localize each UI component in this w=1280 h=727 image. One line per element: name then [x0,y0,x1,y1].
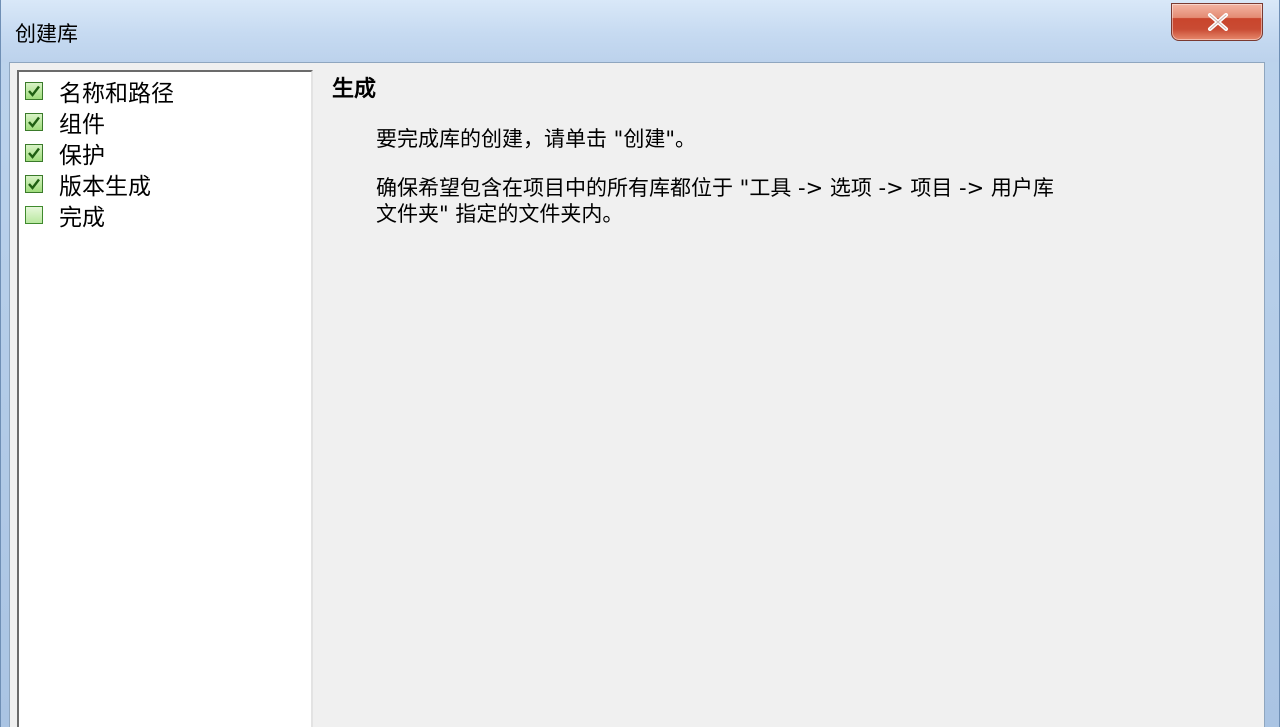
step-item-components[interactable]: 组件 [25,107,105,138]
step-label: 名称和路径 [59,81,174,107]
checkmark-icon [28,147,40,159]
step-heading: 生成 [332,77,377,102]
step-label: 完成 [59,205,105,231]
step-checkbox-checked[interactable] [25,82,43,100]
create-library-dialog: 创建库 名称和路径 组件 保护 版本生成 完成 生成 要完成库的创建，请单击 "… [0,0,1280,727]
checkmark-icon [28,178,40,190]
step-checkbox-checked[interactable] [25,144,43,162]
step-label: 组件 [59,112,105,138]
checkmark-icon [28,116,40,128]
wizard-steps-panel: 名称和路径 组件 保护 版本生成 完成 [17,70,313,727]
checkmark-icon [28,85,40,97]
step-item-finish[interactable]: 完成 [25,200,105,231]
step-label: 版本生成 [59,174,151,200]
note-line-1: 确保希望包含在项目中的所有库都位于 "工具 -> 选项 -> 项目 -> 用户库 [376,176,1054,200]
step-label: 保护 [59,143,105,169]
close-icon [1208,13,1228,31]
step-item-name-and-path[interactable]: 名称和路径 [25,76,174,107]
close-button[interactable] [1171,3,1263,41]
note-line-2: 文件夹" 指定的文件夹内。 [376,202,624,226]
step-checkbox-unchecked[interactable] [25,206,43,224]
step-item-protection[interactable]: 保护 [25,138,105,169]
step-item-versioning[interactable]: 版本生成 [25,169,151,200]
window-title: 创建库 [15,22,78,46]
dialog-client-area: 名称和路径 组件 保护 版本生成 完成 生成 要完成库的创建，请单击 "创建"。… [9,62,1265,727]
step-content-panel: 生成 要完成库的创建，请单击 "创建"。 确保希望包含在项目中的所有库都位于 "… [328,63,1264,727]
instruction-text: 要完成库的创建，请单击 "创建"。 [376,127,696,151]
step-checkbox-checked[interactable] [25,113,43,131]
note-text: 确保希望包含在项目中的所有库都位于 "工具 -> 选项 -> 项目 -> 用户库… [376,175,1136,227]
step-checkbox-checked[interactable] [25,175,43,193]
title-bar[interactable]: 创建库 [1,0,1279,62]
